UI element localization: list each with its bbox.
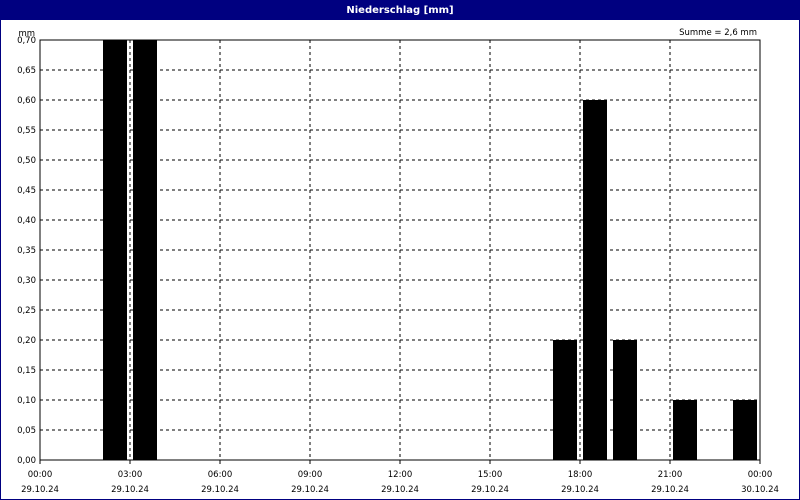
x-tick-date: 30.10.24	[741, 485, 779, 495]
x-tick-date: 29.10.24	[471, 485, 509, 495]
x-tick-time: 09:00	[298, 470, 323, 480]
y-tick-label: 0,15	[17, 366, 36, 376]
x-tick-date: 29.10.24	[561, 485, 599, 495]
x-tick-date: 29.10.24	[291, 485, 329, 495]
y-tick-label: 0,05	[17, 426, 36, 436]
x-tick-time: 00:00	[748, 470, 773, 480]
y-tick-label: 0,60	[17, 96, 36, 106]
chart-title: Niederschlag [mm]	[1, 1, 799, 20]
y-tick-label: 0,50	[17, 156, 36, 166]
x-tick-time: 15:00	[478, 470, 503, 480]
x-tick-time: 12:00	[388, 470, 413, 480]
sum-annotation: Summe = 2,6 mm	[679, 28, 757, 38]
y-tick-label: 0,35	[17, 246, 36, 256]
precipitation-bar	[673, 400, 697, 460]
y-tick-label: 0,30	[17, 276, 36, 286]
x-tick-time: 03:00	[118, 470, 143, 480]
precipitation-bar	[613, 340, 637, 460]
x-tick-time: 00:00	[28, 470, 53, 480]
y-tick-label: 0,20	[17, 336, 36, 346]
y-tick-label: 0,65	[17, 66, 36, 76]
chart-window: Niederschlag [mm] 0,00 0,05 0,10 0,15 0,20 0,…	[0, 0, 800, 500]
y-tick-label: 0,25	[17, 306, 36, 316]
precipitation-bar	[733, 400, 757, 460]
precipitation-bar	[103, 40, 127, 460]
x-tick-date: 29.10.24	[21, 485, 59, 495]
y-tick-label: 0,00	[17, 456, 36, 466]
x-tick-date: 29.10.24	[111, 485, 149, 495]
x-tick-time: 21:00	[658, 470, 683, 480]
x-tick-date: 29.10.24	[651, 485, 689, 495]
x-tick-time: 06:00	[208, 470, 233, 480]
y-tick-label: 0,45	[17, 186, 36, 196]
x-tick-date: 29.10.24	[201, 485, 239, 495]
precipitation-chart: 0,00 0,05 0,10 0,15 0,20 0,25 0,30 0,35 0,40 0,45…	[17, 28, 779, 495]
y-tick-label: 0,55	[17, 126, 36, 136]
precipitation-bar	[553, 340, 577, 460]
precipitation-bar	[133, 40, 157, 460]
x-tick-time: 18:00	[568, 470, 593, 480]
y-tick-label: 0,10	[17, 396, 36, 406]
y-tick-label: 0,40	[17, 216, 36, 226]
precipitation-bar	[583, 100, 607, 460]
y-axis-label: mm	[18, 29, 35, 39]
x-tick-date: 29.10.24	[381, 485, 419, 495]
